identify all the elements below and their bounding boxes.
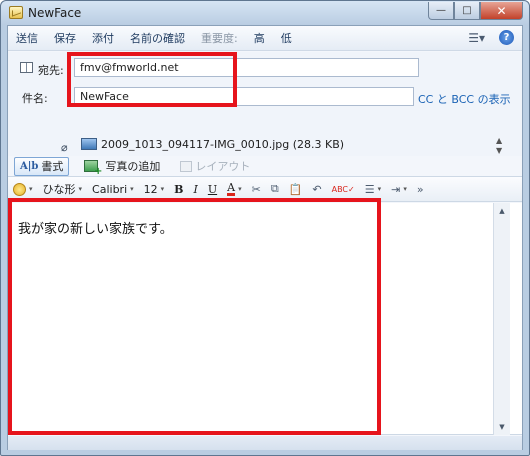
add-photo-label: 写真の追加	[105, 160, 161, 173]
to-field[interactable]: fmv@fmworld.net	[74, 58, 419, 77]
more-options-icon[interactable]: »	[412, 176, 429, 202]
font-size-value: 12	[143, 182, 158, 196]
subject-label: 件名:	[22, 92, 48, 105]
message-text[interactable]: 我が家の新しい家族です。	[18, 218, 173, 237]
mail-app-icon	[9, 6, 23, 19]
underline-button[interactable]: U	[203, 176, 222, 202]
layout-icon	[180, 160, 193, 172]
font-size-dropdown[interactable]: 12 ▾	[139, 176, 170, 202]
subject-field[interactable]: NewFace	[74, 87, 414, 106]
layout-button[interactable]: レイアウト	[175, 157, 255, 176]
send-button[interactable]: 送信	[8, 26, 46, 51]
paperclip-icon: ⌀	[61, 141, 68, 154]
menu-right-icons: ☰▾ ?	[468, 30, 514, 45]
font-name-dropdown[interactable]: Calibri ▾	[87, 176, 139, 202]
compose-toolbar: A|b 書式 写真の追加 レイアウト	[8, 156, 522, 177]
font-color-button[interactable]: A ▾	[222, 176, 246, 202]
italic-button[interactable]: I	[188, 176, 202, 202]
close-button[interactable]: ✕	[480, 2, 523, 20]
check-names-button[interactable]: 名前の確認	[122, 26, 193, 51]
font-color-icon: A	[227, 180, 236, 196]
attachment-scroll[interactable]: ▲ ▼	[496, 136, 502, 156]
format-bar: ▾ ひな形 ▾ Calibri ▾ 12 ▾ B I U A ▾ ✂ ⧉ 📋 ↶ ABC…	[8, 176, 522, 202]
add-photo-button[interactable]: 写真の追加	[79, 157, 165, 177]
scroll-up-icon[interactable]: ▲	[494, 203, 510, 219]
title-bar[interactable]: NewFace — □ ✕	[1, 1, 529, 25]
layout-label: レイアウト	[195, 160, 251, 173]
message-body[interactable]: 我が家の新しい家族です。 ▲ ▼	[8, 203, 522, 435]
format-button[interactable]: A|b 書式	[14, 156, 70, 176]
bold-button[interactable]: B	[169, 176, 188, 202]
save-button[interactable]: 保存	[46, 26, 84, 51]
compose-window: NewFace — □ ✕ 送信 保存 添付 名前の確認 重要度: 高 低 ☰▾…	[0, 0, 530, 456]
body-scrollbar[interactable]: ▲ ▼	[493, 203, 510, 435]
menu-bar: 送信 保存 添付 名前の確認 重要度: 高 低 ☰▾ ?	[8, 26, 522, 51]
window-controls: — □ ✕	[428, 2, 523, 20]
add-photo-icon	[84, 160, 102, 177]
scroll-down-icon[interactable]: ▼	[494, 419, 510, 435]
paste-icon[interactable]: 📋	[284, 176, 308, 202]
to-label: 宛先:	[38, 64, 64, 77]
window-title: NewFace	[28, 6, 82, 20]
attachment-file[interactable]: 2009_1013_094117-IMG_0010.jpg (28.3 KB)	[101, 138, 344, 151]
view-options-icon[interactable]: ☰▾	[468, 31, 485, 45]
cut-icon[interactable]: ✂	[247, 176, 266, 202]
maximize-button[interactable]: □	[454, 2, 480, 20]
header-fields: 宛先: fmv@fmworld.net 件名: NewFace CC と BCC…	[8, 52, 522, 156]
format-ab-icon: A|b	[20, 160, 39, 172]
attach-button[interactable]: 添付	[84, 26, 122, 51]
address-book-icon[interactable]	[20, 62, 33, 73]
minimize-button[interactable]: —	[428, 2, 454, 20]
compose-content: 送信 保存 添付 名前の確認 重要度: 高 低 ☰▾ ? 宛先: fmv@fmw…	[7, 25, 523, 450]
spellcheck-icon[interactable]: ABC✓	[327, 176, 360, 202]
cc-bcc-link[interactable]: CC と BCC の表示	[418, 91, 511, 107]
help-icon[interactable]: ?	[499, 30, 514, 45]
copy-icon[interactable]: ⧉	[266, 176, 284, 202]
priority-high-button[interactable]: 高	[246, 26, 273, 51]
font-style-dropdown[interactable]: ひな形 ▾	[38, 176, 88, 202]
image-file-icon	[81, 138, 97, 150]
font-style-value: ひな形	[42, 183, 76, 196]
emoji-dropdown[interactable]: ▾	[8, 176, 38, 202]
priority-label: 重要度:	[201, 31, 238, 45]
bullets-icon[interactable]: ☰ ▾	[360, 176, 386, 202]
emoji-icon	[13, 182, 26, 196]
undo-icon[interactable]: ↶	[307, 176, 326, 202]
status-bar	[8, 436, 522, 450]
format-label: 書式	[41, 160, 64, 173]
indent-icon[interactable]: ⇥ ▾	[386, 176, 412, 202]
priority-low-button[interactable]: 低	[273, 26, 300, 51]
font-name-value: Calibri	[92, 182, 128, 196]
